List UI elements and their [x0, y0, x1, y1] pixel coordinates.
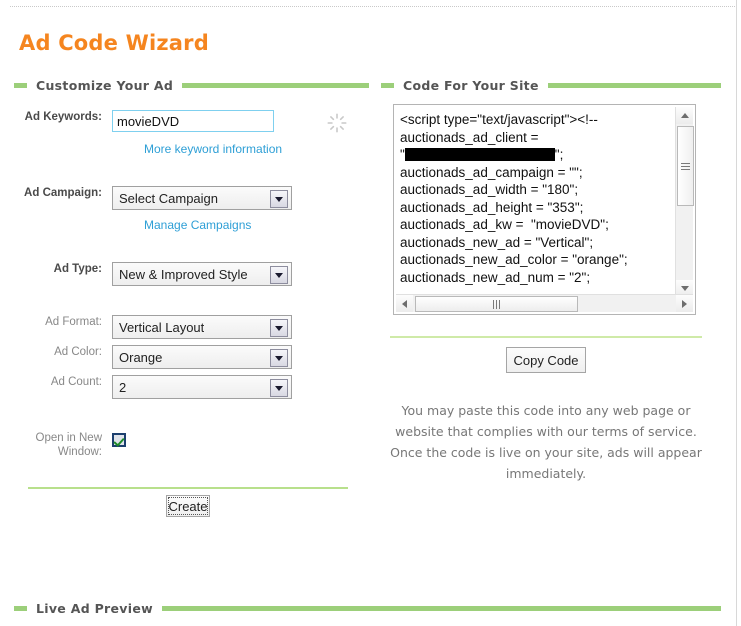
- section-rule: [547, 82, 721, 88]
- ad-campaign-select[interactable]: Select Campaign: [112, 186, 292, 210]
- right-rule: [390, 336, 702, 338]
- right-vertical-divider: [736, 0, 737, 626]
- label-ad-format: Ad Format:: [45, 316, 102, 328]
- generated-code-textarea[interactable]: <script type="text/javascript"><!-- aucti…: [400, 111, 664, 292]
- copy-code-button[interactable]: Copy Code: [506, 347, 586, 373]
- top-dotted-divider: [10, 6, 735, 7]
- open-new-window-checkbox[interactable]: [112, 433, 126, 447]
- ad-count-value: 2: [119, 379, 127, 395]
- ad-color-value: Orange: [119, 349, 163, 365]
- generated-code-panel: <script type="text/javascript"><!-- aucti…: [393, 104, 696, 315]
- section-header-code: Code For Your Site: [381, 77, 721, 93]
- code-line: auctionads_ad_kw = "movieDVD";: [400, 217, 609, 232]
- field-row-ad-format: Ad Format: Vertical Layout: [0, 315, 292, 339]
- control-ad-keywords: [112, 110, 274, 132]
- field-row-open-new-window: Open in New Window:: [0, 431, 126, 459]
- ad-keywords-input[interactable]: [112, 110, 274, 132]
- horizontal-scroll-thumb[interactable]: [415, 296, 578, 312]
- label-ad-count: Ad Count:: [50, 376, 102, 388]
- code-line: <script type="text/javascript"><!--: [400, 112, 598, 127]
- section-dash-icon: [14, 82, 27, 88]
- code-line: auctionads_new_ad_color = "orange";: [400, 252, 628, 267]
- scroll-right-arrow-icon[interactable]: [676, 295, 693, 312]
- code-line: " ";: [400, 147, 564, 162]
- section-header-preview: Live Ad Preview: [14, 600, 721, 616]
- more-keyword-information-link[interactable]: More keyword information: [144, 142, 282, 156]
- section-label-customize: Customize Your Ad: [36, 77, 174, 93]
- field-row-ad-type: Ad Type: New & Improved Style: [0, 262, 292, 286]
- ad-format-value: Vertical Layout: [119, 319, 205, 335]
- label-ad-campaign: Ad Campaign:: [24, 187, 102, 199]
- label-ad-color: Ad Color:: [54, 346, 102, 358]
- code-panel-inner: <script type="text/javascript"><!-- aucti…: [396, 107, 694, 312]
- loading-spinner-icon: [327, 113, 347, 133]
- field-row-ad-color: Ad Color: Orange: [0, 345, 292, 369]
- section-rule: [161, 605, 721, 611]
- section-dash-icon: [14, 605, 27, 611]
- section-label-preview: Live Ad Preview: [36, 600, 153, 616]
- code-line: auctionads_new_ad = "Vertical";: [400, 234, 594, 250]
- ad-type-select[interactable]: New & Improved Style: [112, 262, 292, 286]
- label-open-new-window: Open in New Window:: [35, 432, 102, 458]
- field-row-ad-keywords: Ad Keywords:: [0, 110, 274, 132]
- redacted-client-id: [404, 148, 555, 161]
- ad-type-value: New & Improved Style: [119, 266, 248, 282]
- chevron-down-icon[interactable]: [270, 266, 288, 284]
- chevron-down-icon[interactable]: [270, 319, 288, 337]
- section-rule: [182, 82, 369, 88]
- create-button-label: Create: [168, 497, 208, 515]
- code-line: auctionads_ad_height = "353";: [400, 199, 584, 215]
- field-row-ad-campaign: Ad Campaign: Select Campaign: [0, 186, 292, 210]
- section-label-code: Code For Your Site: [403, 77, 539, 93]
- section-header-customize: Customize Your Ad: [14, 77, 369, 93]
- code-line: auctionads_new_ad_num = "2";: [400, 269, 591, 285]
- label-ad-keywords: Ad Keywords:: [24, 111, 102, 123]
- scroll-left-arrow-icon[interactable]: [396, 295, 413, 312]
- section-dash-icon: [381, 82, 394, 88]
- code-line: auctionads_ad_width = "180";: [400, 182, 579, 197]
- chevron-down-icon[interactable]: [270, 349, 288, 367]
- code-horizontal-scrollbar[interactable]: [396, 294, 693, 312]
- ad-code-wizard-page: Ad Code Wizard Customize Your Ad Code Fo…: [0, 0, 741, 626]
- ad-format-select[interactable]: Vertical Layout: [112, 315, 292, 339]
- code-line: auctionads_ad_client =: [400, 129, 539, 145]
- field-row-ad-count: Ad Count: 2: [0, 375, 292, 399]
- control-open-new-window: [112, 431, 126, 447]
- code-line: auctionads_ad_campaign = "";: [400, 164, 583, 180]
- label-ad-type: Ad Type:: [53, 263, 102, 275]
- manage-campaigns-link[interactable]: Manage Campaigns: [144, 218, 251, 232]
- chevron-down-icon[interactable]: [270, 190, 288, 208]
- ad-color-select[interactable]: Orange: [112, 345, 292, 369]
- ad-count-select[interactable]: 2: [112, 375, 292, 399]
- left-bottom-rule: [28, 487, 348, 489]
- scroll-up-arrow-icon[interactable]: [676, 107, 693, 124]
- create-button[interactable]: Create: [166, 495, 210, 517]
- code-vertical-scrollbar[interactable]: [675, 107, 694, 297]
- page-title: Ad Code Wizard: [19, 31, 209, 55]
- code-usage-note: You may paste this code into any web pag…: [390, 403, 702, 481]
- ad-campaign-value: Select Campaign: [119, 190, 218, 206]
- chevron-down-icon[interactable]: [270, 379, 288, 397]
- vertical-scroll-thumb[interactable]: [677, 126, 694, 206]
